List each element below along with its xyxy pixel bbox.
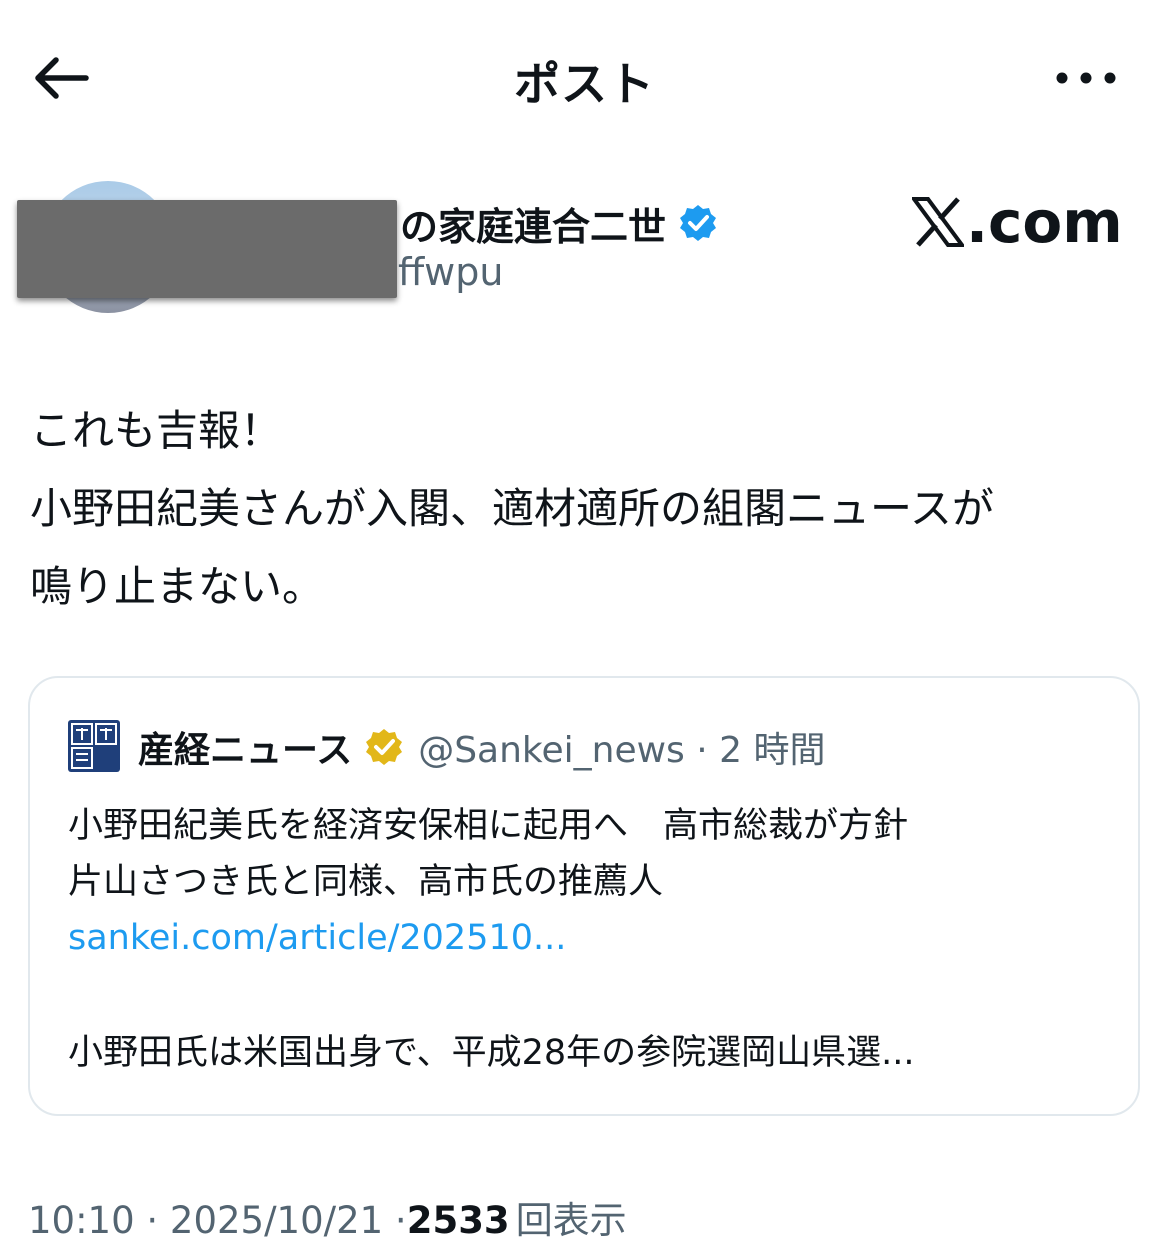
author-name: の家庭連合二世: [400, 204, 667, 249]
post-text: これも吉報！ 小野田紀美さんが入閣、適材適所の組閣ニュースが 鳴り止まない。: [30, 392, 1145, 626]
more-horizontal-icon: [1056, 72, 1116, 84]
quote-header: 産経ニュース @Sankei_news · 2 時間: [138, 720, 826, 774]
author-handle: ffwpu: [398, 250, 504, 294]
watermark-text: .com: [966, 188, 1123, 256]
quote-text: 小野田紀美氏を経済安保相に起用へ 高市総裁が方針 片山さつき氏と同様、高市氏の推…: [68, 798, 908, 910]
post-line: 小野田紀美さんが入閣、適材適所の組閣ニュースが: [30, 484, 994, 533]
verified-badge-icon: [680, 205, 717, 241]
quote-line: 小野田紀美氏を経済安保相に起用へ 高市総裁が方針: [68, 806, 909, 846]
quote-link[interactable]: sankei.com/article/202510...: [68, 910, 566, 966]
quote-line: 片山さつき氏と同様、高市氏の推薦人: [68, 862, 664, 902]
views-label: 回表示: [515, 1199, 627, 1242]
quote-text-excerpt: 小野田氏は米国出身で、平成28年の参院選岡山県選...: [68, 1033, 915, 1073]
quote-handle-time: @Sankei_news · 2 時間: [418, 730, 826, 771]
more-button[interactable]: [1052, 58, 1120, 98]
post-line: 鳴り止まない。: [30, 562, 325, 611]
sankei-logo-icon: [68, 720, 120, 772]
quote-author-name: 産経ニュース: [138, 730, 353, 771]
gold-verified-badge-icon: [366, 729, 403, 765]
redaction-box: [17, 200, 397, 298]
x-logo-icon: [912, 197, 964, 247]
page-title: ポスト: [514, 57, 655, 111]
views-count: 2533: [406, 1199, 510, 1242]
post-meta: 10:10 · 2025/10/21 · 2533 回表示: [28, 1190, 627, 1244]
post-line: これも吉報！: [30, 406, 283, 455]
post-timestamp: 10:10 · 2025/10/21 ·: [28, 1199, 407, 1242]
x-watermark: .com: [912, 188, 1123, 256]
author-name-row[interactable]: の家庭連合二世: [400, 193, 718, 253]
